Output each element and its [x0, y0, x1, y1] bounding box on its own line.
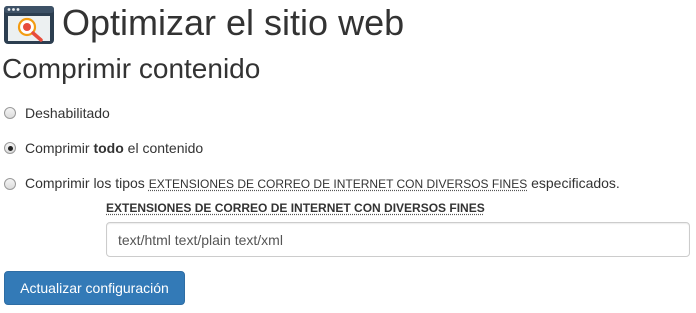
disabled-radio[interactable]	[4, 107, 16, 119]
page-title: Optimizar el sitio web	[62, 2, 405, 43]
mime-types-field-label: EXTENSIONES DE CORREO DE INTERNET CON DI…	[106, 201, 485, 215]
option-compress-all-label: Comprimir todo el contenido	[25, 139, 203, 157]
option-compress-types-label: Comprimir los tipos EXTENSIONES DE CORRE…	[25, 174, 620, 193]
optimize-website-icon	[4, 6, 54, 44]
compress-types-suffix: especificados.	[527, 175, 620, 191]
optimize-website-page: Optimizar el sitio web Comprimir conteni…	[0, 0, 696, 313]
option-disabled[interactable]: Deshabilitado	[4, 104, 110, 122]
option-compress-all[interactable]: Comprimir todo el contenido	[4, 139, 203, 157]
compress-all-radio[interactable]	[4, 142, 16, 154]
compress-types-prefix: Comprimir los tipos	[25, 175, 149, 191]
update-configuration-button[interactable]: Actualizar configuración	[4, 271, 185, 305]
compress-all-prefix: Comprimir	[25, 140, 94, 156]
compress-all-suffix: el contenido	[123, 140, 204, 156]
compress-types-radio[interactable]	[4, 177, 16, 190]
option-disabled-label: Deshabilitado	[25, 105, 110, 121]
compress-all-emphasis: todo	[93, 140, 124, 156]
mime-types-abbr: EXTENSIONES DE CORREO DE INTERNET CON DI…	[148, 177, 528, 191]
option-compress-types[interactable]: Comprimir los tipos EXTENSIONES DE CORRE…	[4, 174, 620, 193]
mime-types-input[interactable]	[106, 222, 690, 257]
section-title: Comprimir contenido	[2, 53, 261, 84]
